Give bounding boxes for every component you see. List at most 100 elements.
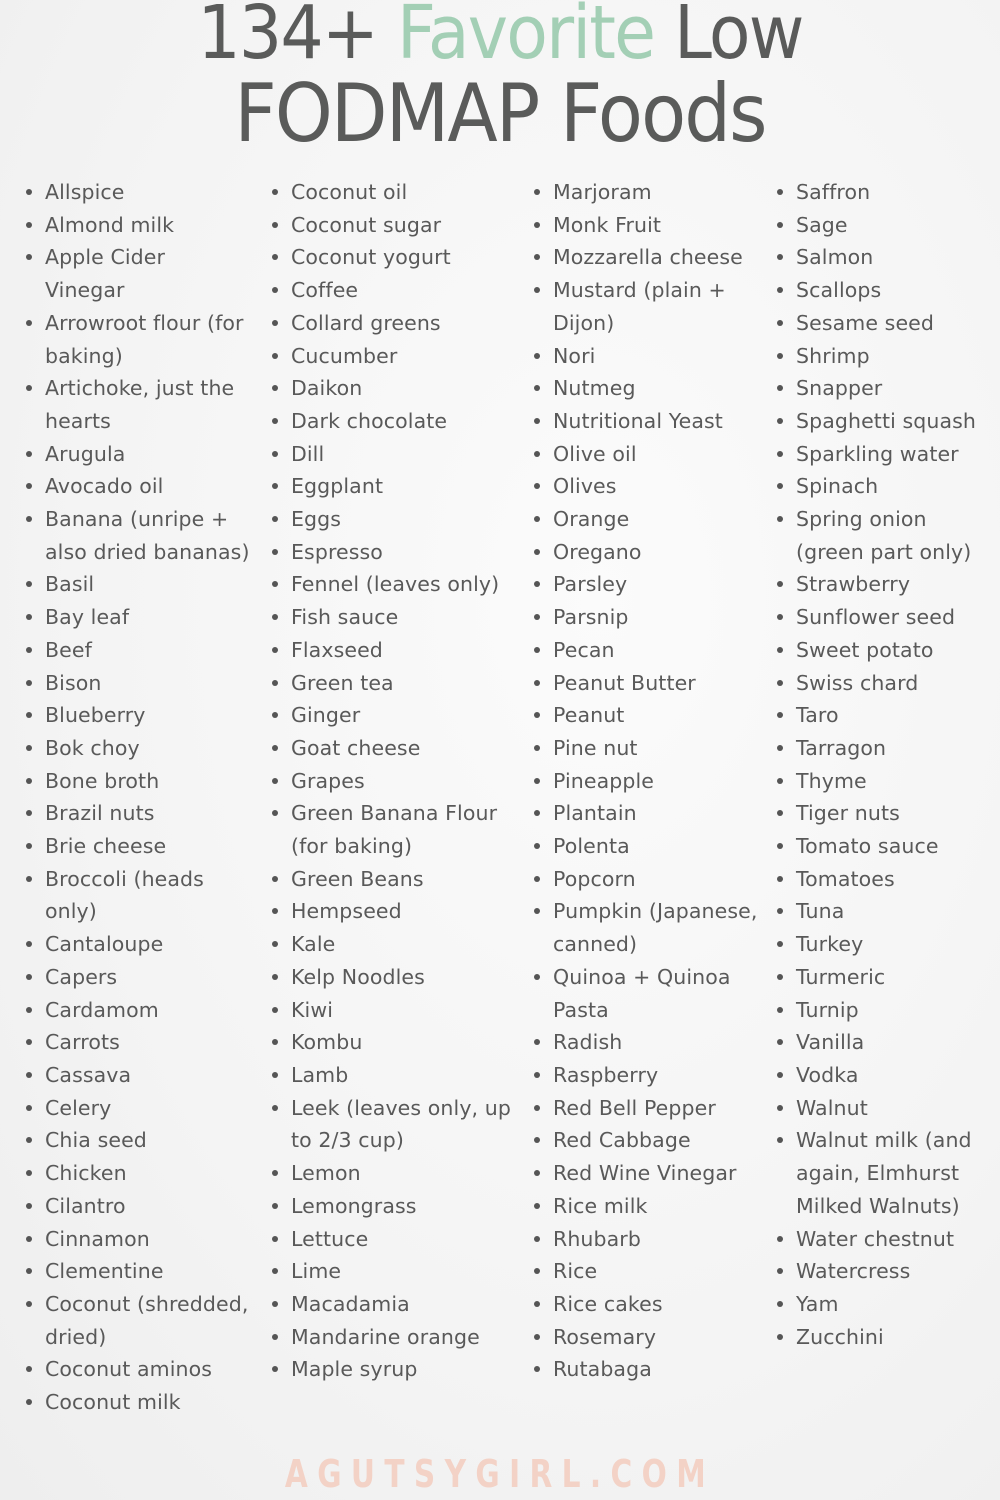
food-list-item: Coconut sugar (272, 209, 511, 242)
bullet-icon (777, 1006, 783, 1013)
food-name: Quinoa + Quinoa Pasta (553, 964, 731, 1022)
food-name: Cilantro (45, 1193, 126, 1218)
food-list-item: Coconut oil (272, 176, 511, 209)
bullet-icon (26, 1268, 32, 1275)
food-list-item: Watercress (777, 1255, 986, 1288)
food-list-column-4: Saffron Sage Salmon Scallops Sesame seed Shri… (777, 176, 986, 1353)
food-name: Carrots (45, 1030, 120, 1055)
bullet-icon (534, 516, 540, 523)
food-name: Turnip (796, 997, 859, 1022)
food-list-item: Pineapple (534, 765, 763, 798)
bullet-icon (272, 941, 278, 948)
food-list-item: Macadamia (272, 1288, 511, 1321)
food-name: Arrowroot flour (for baking) (45, 310, 244, 368)
food-name: Allspice (45, 180, 125, 204)
bullet-icon (272, 1104, 278, 1111)
food-name: Olive oil (553, 441, 637, 466)
food-name: Maple syrup (291, 1357, 418, 1382)
food-list-item: Mandarine orange (272, 1321, 511, 1354)
food-name: Vanilla (796, 1030, 865, 1055)
food-list-item: Coffee (272, 274, 511, 307)
food-name: Avocado oil (45, 474, 164, 499)
food-name: Saffron (796, 180, 871, 204)
food-list-item: Cinnamon (26, 1223, 250, 1256)
food-list-item: Brazil nuts (26, 797, 250, 830)
food-name: Collard greens (291, 310, 441, 335)
bullet-icon (777, 843, 783, 850)
bullet-icon (534, 875, 540, 882)
bullet-icon (272, 189, 278, 195)
food-list-item: Green Banana Flour (for baking) (272, 797, 511, 862)
food-name: Coconut aminos (45, 1357, 213, 1382)
food-list-item: Avocado oil (26, 470, 250, 503)
bullet-icon (777, 875, 783, 882)
food-list-item: Rice cakes (534, 1288, 763, 1321)
food-name: Clementine (45, 1259, 164, 1284)
food-name: Snapper (796, 376, 883, 401)
bullet-icon (534, 221, 540, 228)
food-list-item: Marjoram (534, 176, 763, 209)
food-list-item: Espresso (272, 536, 511, 569)
bullet-icon (534, 1071, 540, 1078)
bullet-icon (534, 1202, 540, 1209)
food-name: Eggs (291, 507, 342, 532)
bullet-icon (777, 973, 783, 980)
food-name: Apple Cider Vinegar (45, 245, 166, 303)
food-list-item: Chia seed (26, 1124, 250, 1157)
food-name: Sage (796, 212, 848, 237)
food-name: Broccoli (heads only) (45, 866, 204, 924)
food-name: Banana (unripe + also dried bananas) (45, 507, 250, 564)
bullet-icon (26, 875, 32, 882)
food-name: Goat cheese (291, 735, 421, 760)
food-name: Brazil nuts (45, 801, 155, 826)
food-list-item: Tiger nuts (777, 797, 986, 830)
bullet-icon (272, 1006, 278, 1013)
food-list-item: Green tea (272, 667, 511, 700)
food-list-item: Arugula (26, 438, 250, 471)
food-list-item: Olives (534, 470, 763, 503)
food-name: Bone broth (45, 768, 160, 793)
food-list-item: Daikon (272, 372, 511, 405)
food-list-item: Coconut (shredded, dried) (26, 1288, 250, 1353)
bullet-icon (534, 712, 540, 719)
food-list-item: Monk Fruit (534, 209, 763, 242)
bullet-icon (26, 843, 32, 850)
food-name: Spinach (796, 474, 879, 499)
food-list-item: Fennel (leaves only) (272, 568, 511, 601)
bullet-icon (272, 777, 278, 784)
food-list-item: Saffron (777, 176, 986, 209)
food-name: Red Wine Vinegar (553, 1161, 737, 1186)
bullet-icon (272, 1202, 278, 1209)
food-list-item: Maple syrup (272, 1353, 511, 1386)
food-name: Mandarine orange (291, 1324, 480, 1349)
food-name: Oregano (553, 539, 642, 564)
bullet-icon (272, 1039, 278, 1046)
food-list-item: Sesame seed (777, 307, 986, 340)
food-list-item: Swiss chard (777, 667, 986, 700)
food-name: Lamb (291, 1062, 349, 1087)
food-name: Nutritional Yeast (553, 408, 723, 433)
food-name: Parsnip (553, 605, 629, 630)
food-name: Popcorn (553, 866, 636, 891)
bullet-icon (272, 614, 278, 621)
food-list-item: Lamb (272, 1059, 511, 1092)
bullet-icon (534, 973, 540, 980)
bullet-icon (534, 1333, 540, 1340)
food-list-item: Turnip (777, 994, 986, 1027)
food-list-item: Coconut milk (26, 1386, 250, 1419)
bullet-icon (272, 908, 278, 915)
food-list-item: Bok choy (26, 732, 250, 765)
food-name: Tomato sauce (796, 834, 939, 859)
food-list-item: Shrimp (777, 340, 986, 373)
food-name: Spaghetti squash (796, 408, 977, 433)
bullet-icon (272, 875, 278, 882)
food-list-item: Sparkling water (777, 438, 986, 471)
food-name: Ginger (291, 703, 361, 728)
food-name: Green tea (291, 670, 394, 695)
bullet-icon (26, 319, 32, 326)
bullet-icon (777, 1235, 783, 1242)
food-name: Rice milk (553, 1193, 648, 1218)
bullet-icon (534, 1268, 540, 1275)
bullet-icon (534, 287, 540, 294)
food-list-item: Red Cabbage (534, 1124, 763, 1157)
